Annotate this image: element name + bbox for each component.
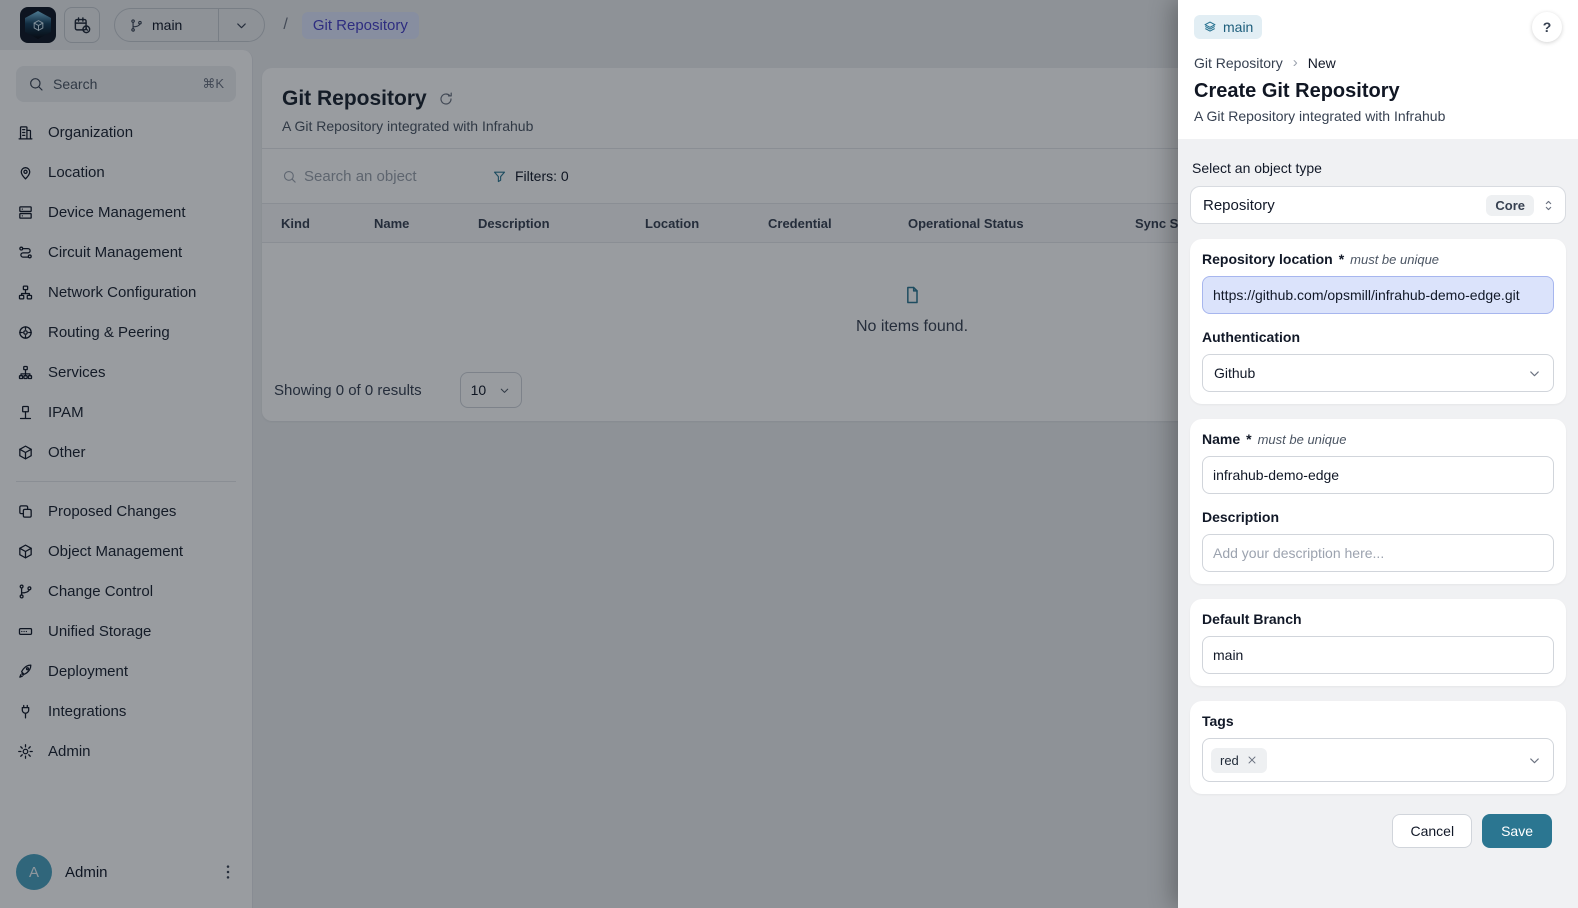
create-repository-drawer: main ? Git Repository › New Create Git R… <box>1178 0 1578 908</box>
authentication-select[interactable]: Github <box>1202 354 1554 392</box>
location-label: Repository location <box>1202 251 1333 267</box>
drawer-actions: Cancel Save <box>1190 794 1566 848</box>
chevrons-up-down-icon <box>1541 198 1556 213</box>
description-label: Description <box>1202 509 1279 525</box>
drawer-form: Select an object type Repository Core Re… <box>1178 139 1578 908</box>
drawer-subtitle: A Git Repository integrated with Infrahu… <box>1194 108 1562 124</box>
save-button[interactable]: Save <box>1482 814 1552 848</box>
tag-chip-red: red <box>1211 748 1267 773</box>
object-type-value: Repository <box>1203 197 1486 214</box>
drawer-breadcrumb: Git Repository › New <box>1194 54 1562 71</box>
description-input[interactable] <box>1202 534 1554 572</box>
name-description-card: Name * must be unique Description <box>1190 419 1566 584</box>
layers-icon <box>1203 20 1217 34</box>
repository-location-input[interactable] <box>1202 276 1554 314</box>
tag-chip-label: red <box>1220 753 1239 768</box>
tags-multiselect[interactable]: red <box>1202 738 1554 782</box>
authentication-label: Authentication <box>1202 329 1300 345</box>
chevron-down-icon <box>1527 753 1542 768</box>
branch-badge-label: main <box>1223 19 1253 35</box>
name-input[interactable] <box>1202 456 1554 494</box>
default-branch-input[interactable] <box>1202 636 1554 674</box>
namespace-badge: Core <box>1486 195 1534 216</box>
breadcrumb-parent[interactable]: Git Repository <box>1194 55 1283 71</box>
object-type-select[interactable]: Repository Core <box>1190 186 1566 224</box>
close-icon[interactable] <box>1246 754 1258 766</box>
app-root: main / Git Repository Search ⌘K Organiza… <box>0 0 1578 908</box>
default-branch-label: Default Branch <box>1202 611 1302 627</box>
modal-overlay[interactable] <box>0 0 1178 908</box>
object-type-label: Select an object type <box>1192 160 1564 176</box>
required-marker: * <box>1246 431 1251 447</box>
required-marker: * <box>1339 251 1344 267</box>
breadcrumb-chevron: › <box>1293 54 1298 71</box>
default-branch-card: Default Branch <box>1190 599 1566 686</box>
help-button[interactable]: ? <box>1532 12 1562 42</box>
authentication-value: Github <box>1214 365 1527 381</box>
cancel-button[interactable]: Cancel <box>1392 814 1472 848</box>
branch-badge: main <box>1194 15 1262 39</box>
tags-label: Tags <box>1202 713 1234 729</box>
chevron-down-icon <box>1527 366 1542 381</box>
breadcrumb-current: New <box>1308 55 1336 71</box>
tags-card: Tags red <box>1190 701 1566 794</box>
name-label: Name <box>1202 431 1240 447</box>
location-auth-card: Repository location * must be unique Aut… <box>1190 239 1566 404</box>
drawer-title: Create Git Repository <box>1194 80 1562 103</box>
unique-note: must be unique <box>1258 432 1347 447</box>
unique-note: must be unique <box>1350 252 1439 267</box>
drawer-header: main ? Git Repository › New Create Git R… <box>1178 0 1578 139</box>
